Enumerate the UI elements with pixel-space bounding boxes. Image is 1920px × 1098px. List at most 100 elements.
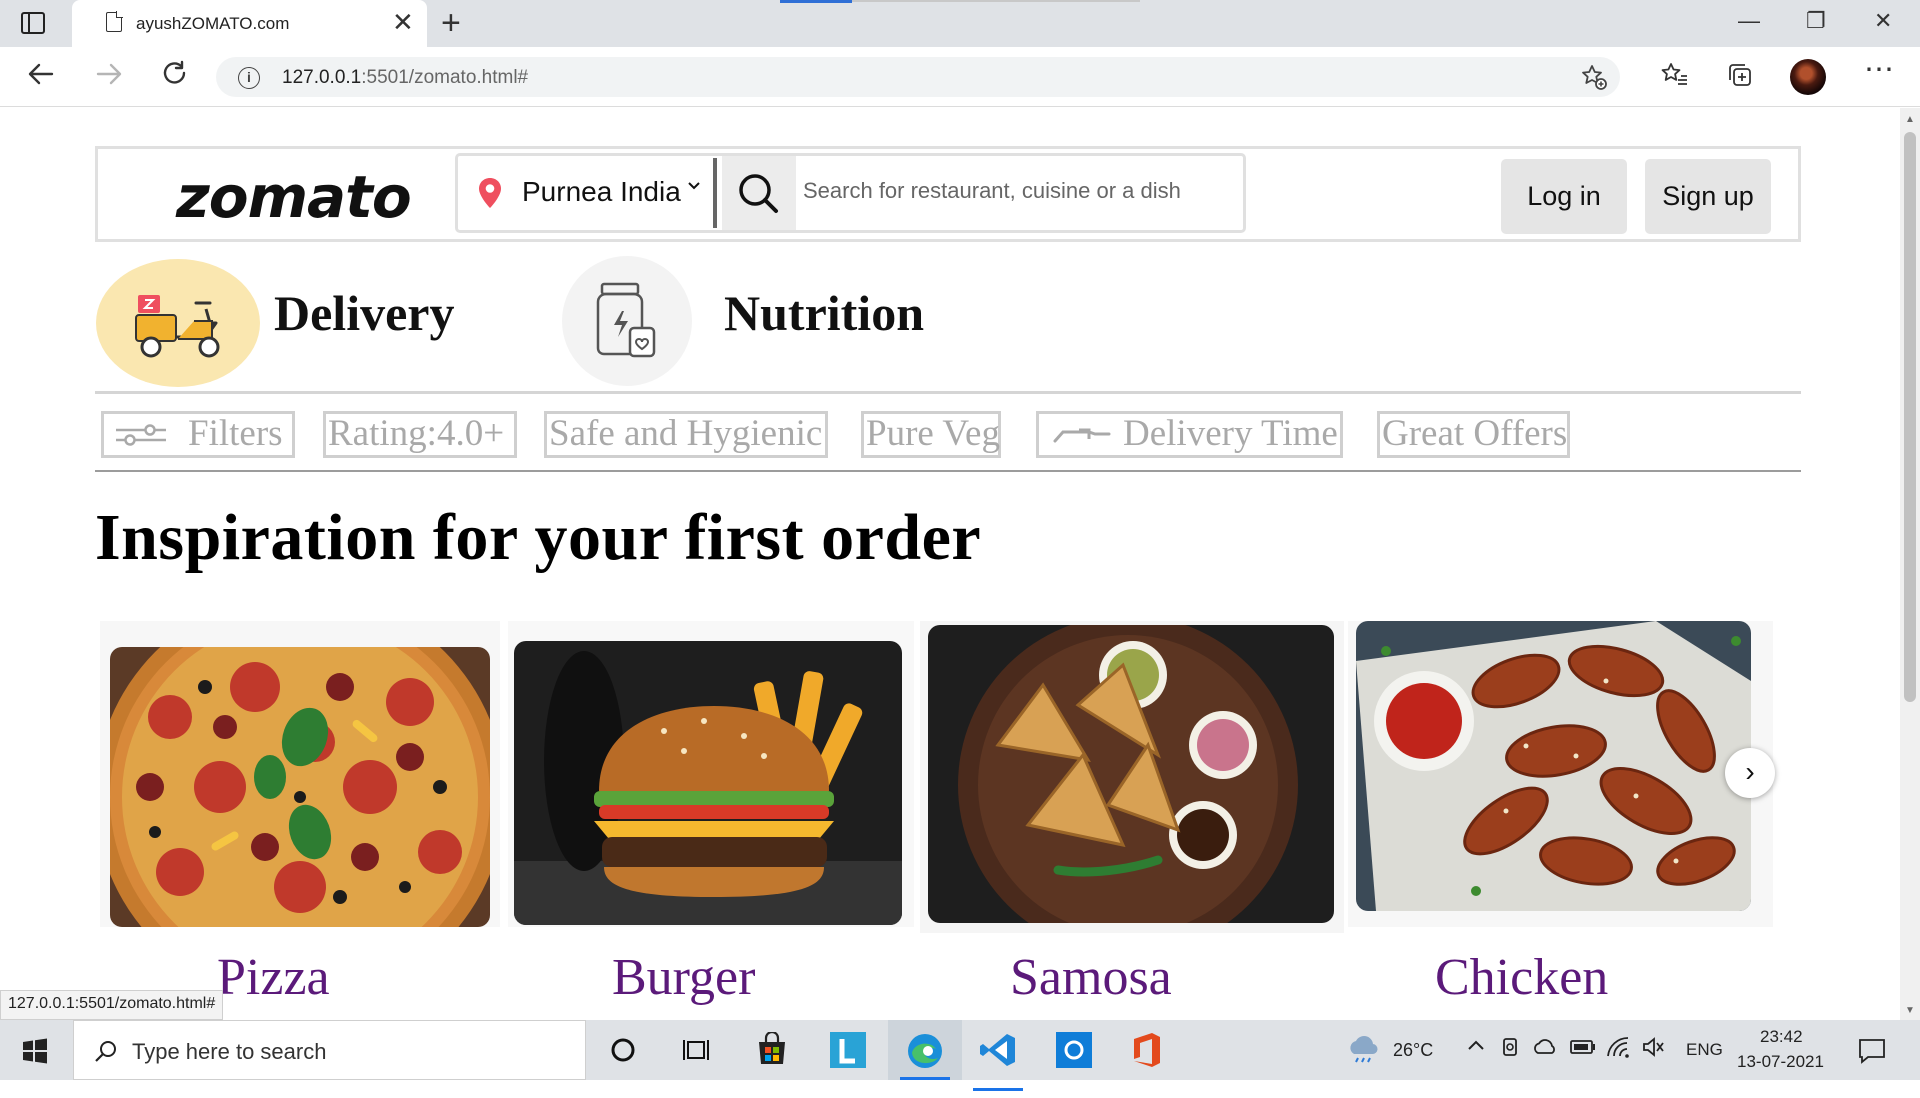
filter-chip-pure-veg[interactable]: Pure Veg [861, 411, 1001, 458]
nutrition-label[interactable]: Nutrition [724, 284, 924, 342]
chevron-down-icon[interactable] [686, 176, 702, 199]
close-window-button[interactable]: ✕ [1874, 6, 1892, 36]
task-view-icon[interactable] [682, 1037, 710, 1097]
scrollbar-thumb[interactable] [1904, 132, 1916, 702]
back-icon[interactable] [26, 59, 56, 97]
filter-chip-rating[interactable]: Rating:4.0+ [323, 411, 517, 458]
location-pin-icon [479, 178, 501, 208]
samosa-image [928, 625, 1334, 923]
profile-avatar[interactable] [1790, 59, 1826, 95]
taskbar-search-input: Type here to search [132, 1039, 327, 1064]
tab-loading-indicator [780, 0, 1140, 3]
favorites-icon[interactable] [1660, 60, 1690, 96]
filter-label: Pure Veg [866, 413, 1000, 454]
dish-card-chicken[interactable] [1348, 621, 1773, 927]
windows-taskbar: Type here to search 26°C ENG 23:42 13-07… [0, 1020, 1920, 1091]
search-input[interactable]: Search for restaurant, cuisine or a dish [803, 178, 1181, 204]
open-app-indicator [973, 1088, 1023, 1091]
show-hidden-icons-icon[interactable] [1466, 1036, 1486, 1061]
filter-chip-delivery-time[interactable]: Delivery Time [1036, 411, 1343, 458]
delivery-tab[interactable] [96, 259, 260, 387]
filter-label: Safe and Hygienic [549, 413, 823, 454]
edge-taskbar-app[interactable] [888, 1020, 962, 1080]
sliders-icon [116, 424, 166, 446]
carousel-next-button[interactable]: › [1725, 748, 1775, 798]
page-scrollbar[interactable]: ▲ ▼ [1900, 108, 1920, 1020]
dish-label-pizza[interactable]: Pizza [217, 948, 330, 1007]
filter-chip-filters[interactable]: Filters [101, 411, 295, 458]
volume-muted-icon[interactable] [1642, 1036, 1666, 1063]
outlook-icon[interactable] [1056, 1032, 1092, 1092]
search-button[interactable] [722, 156, 796, 230]
onedrive-icon[interactable] [1532, 1037, 1558, 1062]
vscode-icon[interactable] [973, 1031, 1023, 1091]
scroll-down-icon[interactable]: ▼ [1905, 1005, 1915, 1016]
store-icon[interactable] [755, 1030, 789, 1092]
dish-label-burger[interactable]: Burger [612, 948, 755, 1007]
url-text[interactable]: 127.0.0.1:5501/zomato.html# [282, 67, 528, 89]
burger-image [514, 641, 902, 925]
letter-l-app-icon[interactable] [830, 1032, 866, 1092]
new-tab-button[interactable]: + [441, 4, 461, 42]
address-bar[interactable]: i 127.0.0.1:5501/zomato.html# [216, 57, 1620, 97]
delivery-label[interactable]: Delivery [274, 284, 454, 342]
filter-label: Delivery Time [1123, 413, 1338, 454]
search-divider [713, 158, 717, 228]
forward-icon[interactable] [94, 59, 124, 97]
minimize-button[interactable]: — [1738, 6, 1760, 36]
scooter-icon [135, 295, 220, 358]
zomato-logo[interactable]: zomato [176, 163, 412, 231]
sort-icon [1053, 428, 1111, 443]
refresh-icon[interactable] [160, 59, 190, 97]
office-icon[interactable] [1130, 1031, 1164, 1091]
supplement-jar-icon [596, 282, 656, 358]
dish-card-samosa[interactable] [920, 621, 1344, 933]
tab-close-button[interactable]: ✕ [392, 8, 414, 36]
edge-icon [908, 1034, 942, 1068]
filter-chip-great-offers[interactable]: Great Offers [1377, 411, 1570, 458]
notifications-icon[interactable] [1858, 1038, 1886, 1069]
filter-label: Rating:4.0+ [328, 413, 505, 454]
dish-label-chicken[interactable]: Chicken [1435, 948, 1608, 1007]
battery-icon[interactable] [1570, 1038, 1596, 1061]
browser-toolbar: i 127.0.0.1:5501/zomato.html# ⋯ [0, 47, 1920, 107]
dish-card-pizza[interactable] [100, 621, 500, 927]
tab-title: ayushZOMATO.com [136, 14, 290, 33]
taskbar-search-icon [95, 1041, 116, 1062]
add-favorite-icon[interactable] [1580, 63, 1608, 98]
site-header: zomato Purnea India Search for restauran… [95, 146, 1801, 242]
windows-start-icon[interactable] [22, 1038, 48, 1098]
page-viewport: zomato Purnea India Search for restauran… [0, 108, 1900, 1020]
taskbar-search-box[interactable]: Type here to search [73, 1020, 586, 1080]
collections-icon[interactable] [1725, 60, 1755, 96]
divider-top [95, 391, 1801, 394]
temperature-text[interactable]: 26°C [1393, 1040, 1433, 1061]
browser-tab[interactable]: ayushZOMATO.com ✕ [72, 0, 427, 47]
nutrition-tab[interactable] [562, 256, 692, 386]
chicken-image [1356, 621, 1751, 911]
url-path: :5501/zomato.html# [361, 67, 529, 88]
section-heading: Inspiration for your first order [95, 501, 982, 574]
more-options-icon[interactable]: ⋯ [1864, 55, 1894, 85]
language-indicator[interactable]: ENG [1686, 1040, 1723, 1060]
login-button[interactable]: Log in [1501, 159, 1627, 234]
clock-time[interactable]: 23:42 [1760, 1027, 1803, 1047]
filter-chip-safe-hygienic[interactable]: Safe and Hygienic [544, 411, 828, 458]
device-icon[interactable] [1500, 1036, 1520, 1063]
weather-icon[interactable] [1346, 1034, 1382, 1069]
dish-card-burger[interactable] [508, 621, 914, 927]
scroll-up-icon[interactable]: ▲ [1905, 114, 1915, 125]
tab-actions-icon[interactable] [21, 12, 45, 34]
site-info-icon[interactable]: i [238, 67, 260, 89]
dish-label-samosa[interactable]: Samosa [1010, 948, 1172, 1007]
clock-date[interactable]: 13-07-2021 [1737, 1052, 1824, 1072]
cortana-icon[interactable] [610, 1037, 636, 1097]
location-select[interactable]: Purnea India [522, 176, 681, 208]
restore-button[interactable]: ❐ [1806, 6, 1826, 36]
filter-label: Filters [188, 413, 283, 454]
filter-label: Great Offers [1382, 413, 1568, 454]
wifi-icon[interactable] [1606, 1036, 1632, 1063]
signup-button[interactable]: Sign up [1645, 159, 1771, 234]
page-icon [106, 11, 123, 32]
pizza-image [110, 647, 490, 927]
